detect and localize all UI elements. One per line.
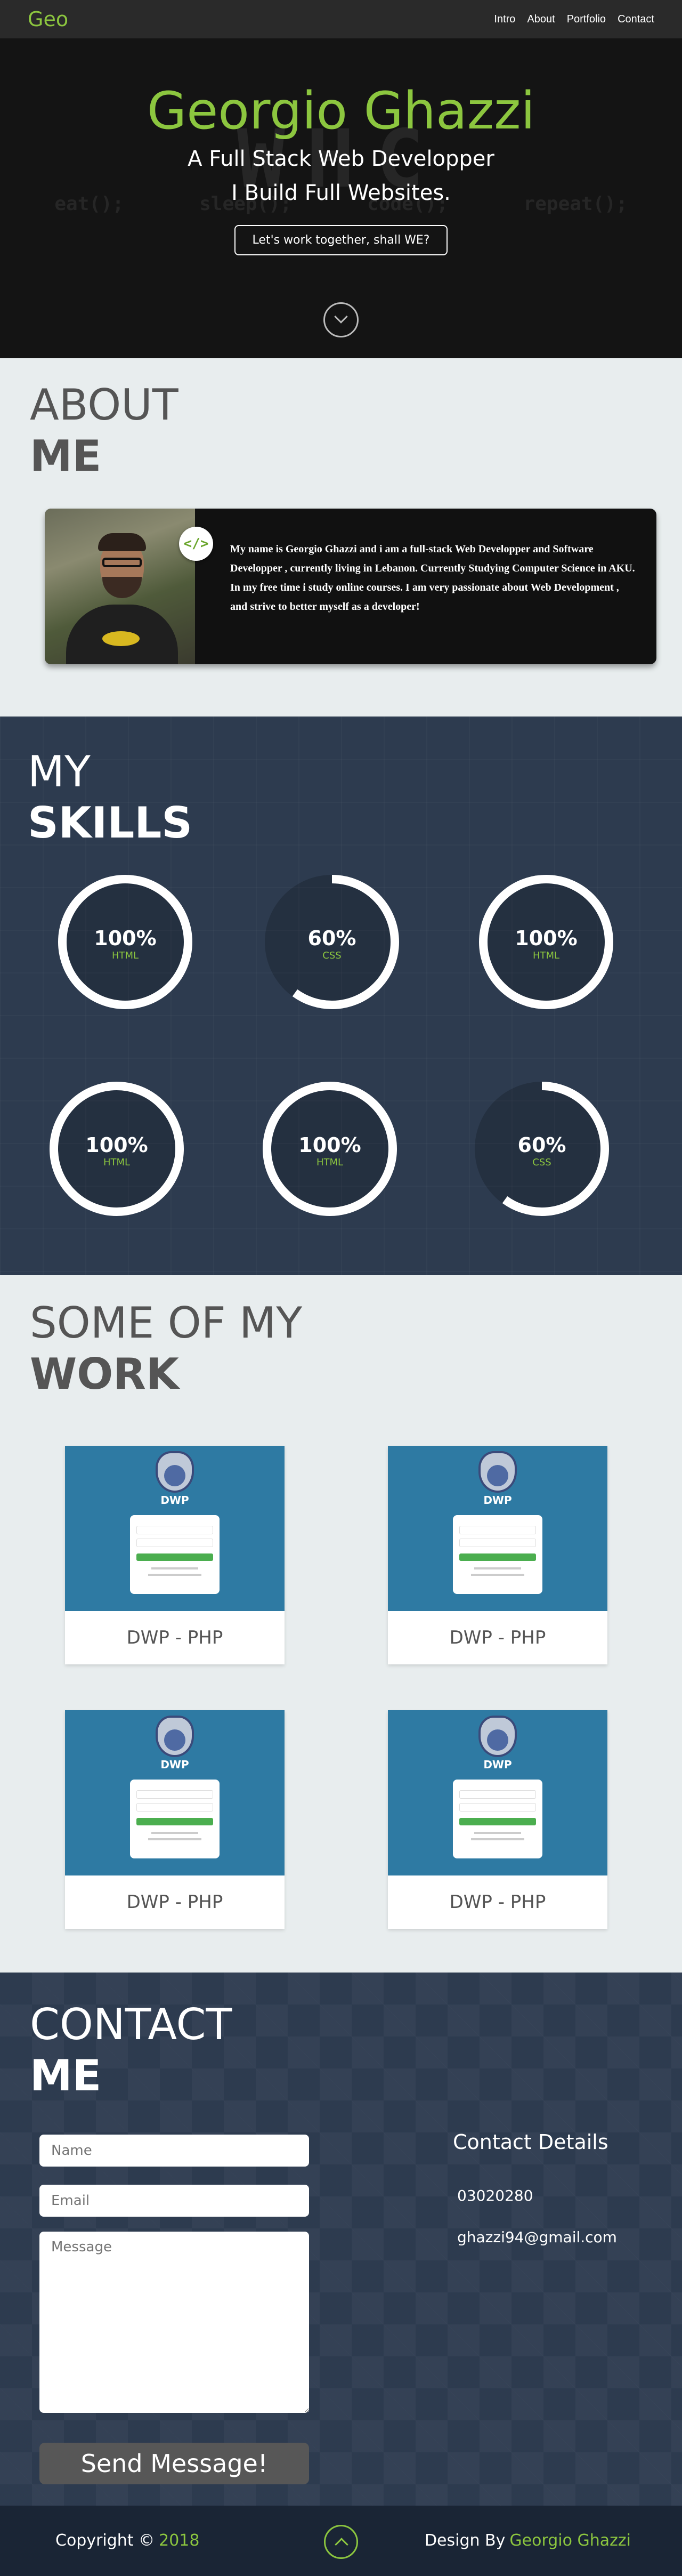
copyright: Copyright © 2018 — [55, 2531, 199, 2550]
about-title-line1: ABOUT — [30, 380, 178, 430]
design-credit: Design By Georgio Ghazzi — [425, 2531, 631, 2550]
work-section: SOME OF MY WORK DWP DWP - PHP DWP DWP - … — [0, 1275, 682, 1973]
project-card[interactable]: DWP DWP - PHP — [388, 1446, 607, 1664]
contact-title-line1: CONTACT — [30, 2000, 232, 2049]
skill-percent: 60% — [517, 1133, 566, 1157]
designer-name: Georgio Ghazzi — [509, 2531, 631, 2550]
about-title-line2: ME — [30, 431, 102, 481]
skills-title-line1: MY — [28, 747, 91, 796]
skill-language: HTML — [103, 1157, 131, 1168]
back-to-top-button[interactable] — [324, 2525, 358, 2559]
wolf-logo-icon — [478, 1716, 517, 1757]
skill-language: HTML — [111, 950, 139, 961]
skill-ring: 100% HTML — [53, 870, 197, 1014]
contact-email[interactable]: ghazzi94@gmail.com — [457, 2228, 617, 2246]
skill-percent: 100% — [94, 927, 157, 950]
about-section: ABOUT ME </> My name is Georgio Ghazzi a… — [0, 358, 682, 717]
skill-percent: 100% — [515, 927, 578, 950]
contact-title: CONTACT ME — [30, 1999, 232, 2102]
contact-phone: 03020280 — [457, 2187, 533, 2204]
design-by-text: Design By — [424, 2531, 506, 2550]
skill-language: CSS — [322, 950, 342, 961]
footer: Copyright © 2018 Design By Georgio Ghazzi — [0, 2506, 682, 2576]
project-card[interactable]: DWP DWP - PHP — [65, 1710, 285, 1929]
skills-title: MY SKILLS — [28, 746, 192, 849]
work-title-line2: WORK — [30, 1349, 179, 1399]
skill-ring: 60% CSS — [260, 870, 404, 1014]
work-title-line1: SOME OF MY — [30, 1298, 303, 1348]
scroll-down-button[interactable] — [323, 302, 359, 337]
nav-link-portfolio[interactable]: Portfolio — [567, 13, 606, 26]
contact-title-line2: ME — [30, 2051, 102, 2100]
project-screenshot: DWP — [65, 1710, 285, 1875]
chevron-up-icon — [335, 2538, 348, 2551]
send-message-button[interactable]: Send Message! — [39, 2443, 309, 2484]
brand-logo[interactable]: Geo — [28, 7, 68, 31]
skill-percent: 60% — [307, 927, 356, 950]
project-caption: DWP - PHP — [126, 1627, 223, 1648]
project-card[interactable]: DWP DWP - PHP — [388, 1710, 607, 1929]
work-title: SOME OF MY WORK — [30, 1298, 302, 1400]
code-icon: </> — [179, 527, 213, 561]
nav-link-intro[interactable]: Intro — [494, 13, 515, 26]
skill-language: CSS — [532, 1157, 551, 1168]
project-caption: DWP - PHP — [449, 1891, 546, 1913]
top-navbar: Geo Intro About Portfolio Contact — [0, 0, 682, 38]
skill-ring: 60% CSS — [470, 1077, 614, 1221]
work-together-button[interactable]: Let's work together, shall WE? — [234, 225, 448, 255]
skill-ring: 100% HTML — [45, 1077, 189, 1221]
skill-ring: 100% HTML — [258, 1077, 402, 1221]
skill-language: HTML — [532, 950, 560, 961]
skill-language: HTML — [316, 1157, 344, 1168]
skill-percent: 100% — [85, 1133, 148, 1157]
project-screenshot: DWP — [388, 1710, 607, 1875]
copyright-text: Copyright © — [55, 2531, 155, 2550]
project-logo-text: DWP — [160, 1758, 189, 1771]
name-field[interactable] — [39, 2135, 309, 2167]
hero-section: WHC eat(); sleep(); code(); repeat(); Ge… — [0, 38, 682, 358]
project-screenshot: DWP — [388, 1446, 607, 1611]
wolf-logo-icon — [156, 1451, 194, 1493]
project-screenshot: DWP — [65, 1446, 285, 1611]
contact-details-title: Contact Details — [453, 2130, 608, 2154]
nav-link-contact[interactable]: Contact — [618, 13, 654, 26]
nav-link-about[interactable]: About — [527, 13, 555, 26]
about-title: ABOUT ME — [30, 380, 178, 482]
skills-section: MY SKILLS 100% HTML 60% CSS 100% HTML 100% HTML… — [0, 717, 682, 1275]
skills-title-line2: SKILLS — [28, 798, 192, 848]
chevron-down-icon — [334, 310, 348, 324]
hero-name: Georgio Ghazzi — [147, 81, 535, 141]
project-caption: DWP - PHP — [449, 1627, 546, 1648]
wolf-logo-icon — [156, 1716, 194, 1757]
hero-tagline-2: I Build Full Websites. — [231, 181, 451, 205]
nav-links: Intro About Portfolio Contact — [494, 13, 654, 26]
hero-tagline-1: A Full Stack Web Developper — [188, 147, 494, 171]
project-logo-text: DWP — [160, 1494, 189, 1507]
project-card[interactable]: DWP DWP - PHP — [65, 1446, 285, 1664]
skill-ring: 100% HTML — [474, 870, 618, 1014]
skill-percent: 100% — [298, 1133, 361, 1157]
project-logo-text: DWP — [483, 1758, 512, 1771]
wolf-logo-icon — [478, 1451, 517, 1493]
about-card: </> My name is Georgio Ghazzi and i am a… — [45, 509, 656, 664]
contact-section: CONTACT ME Send Message! Contact Details… — [0, 1973, 682, 2506]
project-logo-text: DWP — [483, 1494, 512, 1507]
about-text: My name is Georgio Ghazzi and i am a ful… — [230, 543, 635, 613]
project-caption: DWP - PHP — [126, 1891, 223, 1913]
copyright-year: 2018 — [159, 2531, 200, 2550]
email-field[interactable] — [39, 2185, 309, 2217]
profile-photo — [45, 509, 195, 664]
message-field[interactable] — [39, 2232, 309, 2413]
